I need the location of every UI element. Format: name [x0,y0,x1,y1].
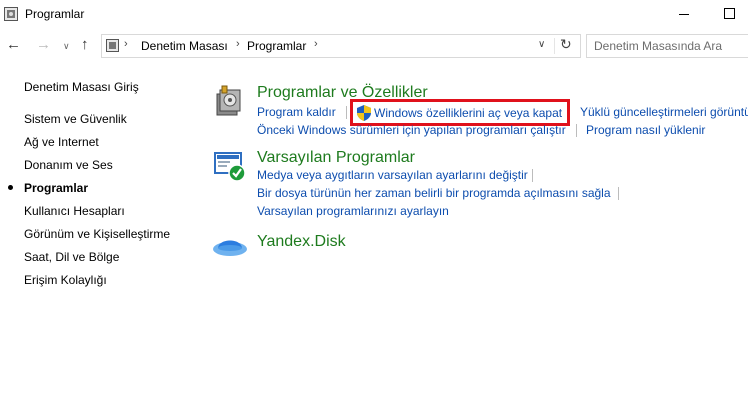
media-autoplay-link[interactable]: Medya veya aygıtların varsayılan ayarlar… [257,168,528,182]
search-placeholder: Denetim Masasında Ara [594,39,723,53]
yandex-disk-title[interactable]: Yandex.Disk [257,233,346,251]
sidebar-item-network-internet[interactable]: Ağ ve Internet [24,135,99,149]
sidebar-item-hardware-sound[interactable]: Donanım ve Ses [24,158,113,172]
minimize-button[interactable] [679,14,689,15]
title-bar: Programlar [0,0,748,30]
programs-features-icon [216,85,241,116]
yandex-disk-icon [213,240,247,256]
installed-updates-link[interactable]: Yüklü güncelleştirmeleri görüntü [580,105,748,119]
active-bullet-icon [8,185,13,190]
maximize-button[interactable] [724,8,735,19]
breadcrumb-denetim-masasi[interactable]: Denetim Masası [141,39,228,53]
sidebar-item-system-security[interactable]: Sistem ve Güvenlik [24,112,127,126]
search-input[interactable]: Denetim Masasında Ara [586,34,748,58]
breadcrumb-programlar[interactable]: Programlar [247,39,306,53]
breadcrumb-separator-icon[interactable]: › [124,38,128,50]
set-default-programs-link[interactable]: Varsayılan programlarınızı ayarlayın [257,204,449,218]
back-arrow-icon[interactable]: ← [6,36,21,54]
navigation-bar: ← → ∨ ↑ › Denetim Masası › Programlar › … [0,33,748,59]
breadcrumb-separator-icon[interactable]: › [236,38,240,50]
how-to-install-link[interactable]: Program nasıl yüklenir [586,123,705,137]
link-separator [346,106,347,119]
default-programs-title[interactable]: Varsayılan Programlar [257,149,415,167]
recent-locations-chevron-down-icon[interactable]: ∨ [63,37,70,55]
sidebar-item-user-accounts[interactable]: Kullanıcı Hesapları [24,204,125,218]
control-panel-icon [106,39,119,52]
uninstall-program-link[interactable]: Program kaldır [257,105,336,119]
address-bar[interactable]: › Denetim Masası › Programlar › ∨ ↻ [101,34,581,58]
window-title: Programlar [25,7,85,21]
link-separator [618,187,619,200]
sidebar-item-programs[interactable]: Programlar [24,181,88,195]
sidebar-item-ease-of-access[interactable]: Erişim Kolaylığı [24,273,107,287]
sidebar-item-appearance[interactable]: Görünüm ve Kişiselleştirme [24,227,170,241]
windows-features-link[interactable]: Windows özelliklerini aç veya kapat [374,106,562,120]
refresh-icon[interactable]: ↻ [560,36,572,53]
control-panel-programs-icon [4,7,18,21]
address-dropdown-chevron-icon[interactable]: ∨ [538,39,545,50]
breadcrumb-separator-icon[interactable]: › [314,38,318,50]
file-type-association-link[interactable]: Bir dosya türünün her zaman belirli bir … [257,186,611,200]
link-separator [576,124,577,137]
uac-shield-icon [357,105,371,121]
older-programs-link[interactable]: Önceki Windows sürümleri için yapılan pr… [257,123,566,137]
address-divider [554,38,555,54]
forward-arrow-icon[interactable]: → [36,36,51,54]
sidebar-item-clock-region[interactable]: Saat, Dil ve Bölge [24,250,119,264]
windows-features-highlight[interactable]: Windows özelliklerini aç veya kapat [350,99,570,126]
up-arrow-icon[interactable]: ↑ [81,36,89,54]
sidebar-item-control-panel-home[interactable]: Denetim Masası Giriş [24,80,139,94]
link-separator [532,169,533,182]
default-programs-icon [214,152,246,182]
